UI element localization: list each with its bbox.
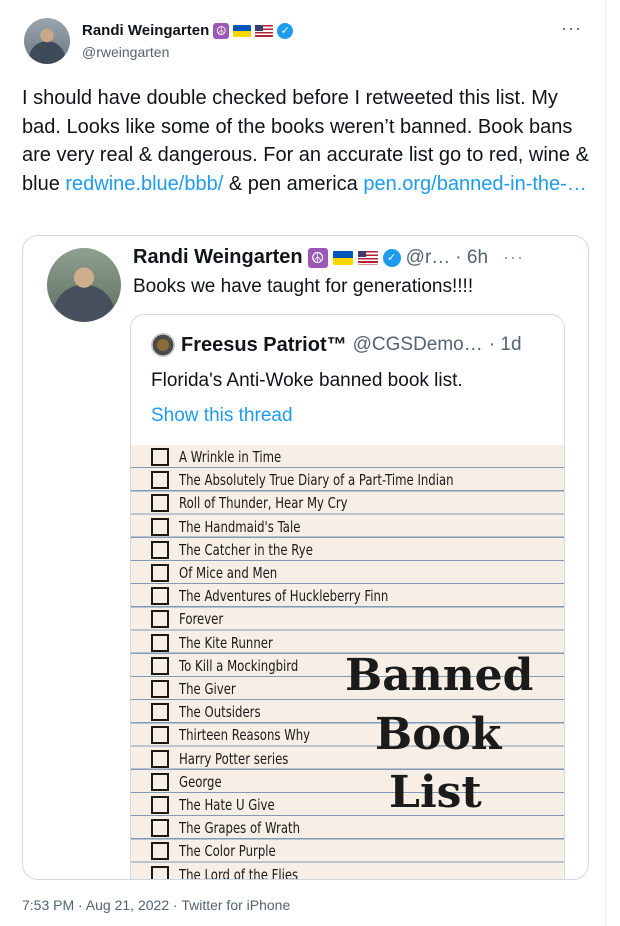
checkbox-icon	[151, 726, 169, 745]
quote-tweet-card[interactable]: Randi Weingarten ☮ ✓ @r… · 6h ··· Books …	[22, 235, 589, 880]
book-list-item: Harry Potter series	[151, 748, 319, 770]
book-list-item: George	[151, 771, 234, 793]
book-list-item: Thirteen Reasons Why	[151, 724, 347, 746]
tweet-detail: Randi Weingarten ☮ ✓ @rweingarten ··· I …	[0, 0, 606, 926]
book-title: The Lord of the Flies	[179, 865, 299, 880]
book-title: Of Mice and Men	[179, 564, 278, 582]
us-flag-icon	[255, 24, 274, 37]
us-flag-icon	[357, 250, 378, 265]
author-avatar[interactable]	[24, 18, 70, 64]
book-title: Forever	[179, 610, 224, 629]
checkbox-icon	[151, 842, 169, 861]
inner-time: · 1d	[488, 334, 522, 355]
redwine-link[interactable]: redwine.blue/bbb/	[65, 173, 223, 195]
more-options-icon[interactable]: ···	[561, 18, 582, 39]
book-title: The Hate U Give	[179, 796, 275, 814]
banned-heading: Banned	[345, 650, 534, 701]
book-title: George	[179, 772, 222, 791]
checkbox-icon	[151, 703, 169, 722]
book-title: The Absolutely True Diary of a Part-Time…	[179, 471, 454, 490]
book-list-item: The Color Purple	[151, 840, 303, 862]
ukraine-flag-icon	[332, 250, 353, 265]
checkbox-icon	[151, 772, 169, 791]
banned-book-list-image[interactable]: A Wrinkle in Time The Absolutely True Dia…	[131, 445, 564, 880]
book-list-item: Forever	[151, 608, 236, 630]
checkbox-icon	[151, 564, 169, 582]
inner-quote-text: Florida's Anti-Woke banned book list.	[151, 370, 463, 391]
checkbox-icon	[151, 448, 169, 466]
quote-author-avatar[interactable]	[47, 248, 121, 322]
checkbox-icon	[151, 796, 169, 814]
checkbox-icon	[151, 749, 169, 768]
checkbox-icon	[151, 819, 169, 838]
book-title: Roll of Thunder, Hear My Cry	[179, 494, 348, 513]
book-list-item: The Handmaid's Tale	[151, 516, 335, 538]
book-list-item: The Giver	[151, 678, 252, 700]
book-title: The Giver	[179, 680, 236, 698]
checkbox-icon	[151, 865, 169, 879]
book-title: The Grapes of Wrath	[179, 819, 300, 838]
book-title: The Handmaid's Tale	[179, 517, 301, 536]
checkbox-icon	[151, 656, 169, 675]
book-list-item: Of Mice and Men	[151, 562, 305, 584]
book-title: Harry Potter series	[179, 749, 289, 768]
checkbox-icon	[151, 633, 169, 652]
inner-quote-card[interactable]: Freesus Patriot™ @CGSDemo… · 1d Florida'…	[130, 314, 565, 880]
pen-america-link[interactable]: pen.org/banned-in-the-…	[363, 173, 586, 195]
tweet-timestamp[interactable]: 7:53 PM · Aug 21, 2022	[22, 897, 169, 913]
tweet-source[interactable]: Twitter for iPhone	[181, 897, 290, 913]
peace-icon: ☮	[307, 247, 328, 268]
verified-badge-icon: ✓	[382, 248, 401, 267]
inner-author-handle: @CGSDemo…	[352, 334, 483, 355]
book-list-item: Roll of Thunder, Hear My Cry	[151, 492, 395, 514]
show-thread-link[interactable]: Show this thread	[151, 405, 293, 427]
book-list-item: The Grapes of Wrath	[151, 817, 334, 839]
tweet-footer: 7:53 PM · Aug 21, 2022 · Twitter for iPh…	[22, 897, 290, 913]
author-name-row: Randi Weingarten ☮ ✓	[82, 22, 294, 39]
book-list-item: The Adventures of Huckleberry Finn	[151, 585, 447, 607]
quote-author-handle: @r…	[405, 246, 451, 268]
quote-text: Books we have taught for generations!!!!	[133, 276, 474, 297]
checkbox-icon	[151, 540, 169, 559]
book-title: A Wrinkle in Time	[179, 448, 282, 466]
book-list-item: The Kite Runner	[151, 632, 299, 654]
tweet-header: Randi Weingarten ☮ ✓ @rweingarten ···	[20, 14, 590, 66]
checkbox-icon	[151, 680, 169, 698]
book-title: The Catcher in the Rye	[179, 540, 313, 559]
author-handle[interactable]: @rweingarten	[82, 44, 169, 60]
author-name[interactable]: Randi Weingarten	[82, 22, 209, 39]
book-list-item: To Kill a Mockingbird	[151, 655, 332, 677]
book-list-item: The Absolutely True Diary of a Part-Time…	[151, 469, 531, 491]
peace-icon: ☮	[213, 22, 230, 39]
checkbox-icon	[151, 494, 169, 513]
checkbox-icon	[151, 610, 169, 629]
verified-badge-icon: ✓	[277, 22, 294, 39]
quote-author-name: Randi Weingarten	[133, 246, 303, 268]
book-list-item: The Hate U Give	[151, 794, 302, 816]
book-heading: Book	[375, 709, 502, 760]
book-title: Thirteen Reasons Why	[179, 726, 311, 745]
book-list-item: The Outsiders	[151, 701, 284, 723]
book-title: The Outsiders	[179, 703, 261, 722]
checkbox-icon	[151, 517, 169, 536]
quote-author-row: Randi Weingarten ☮ ✓ @r… · 6h ···	[133, 246, 524, 269]
book-title: To Kill a Mockingbird	[179, 656, 299, 675]
inner-author-row: Freesus Patriot™ @CGSDemo… · 1d	[151, 333, 522, 357]
inner-author-avatar	[151, 333, 175, 357]
book-title: The Adventures of Huckleberry Finn	[179, 587, 389, 606]
quote-time: · 6h	[455, 246, 489, 268]
book-list-item: The Catcher in the Rye	[151, 539, 351, 561]
checkbox-icon	[151, 471, 169, 490]
book-title: The Color Purple	[179, 842, 276, 861]
list-heading: List	[389, 767, 482, 818]
tweet-text-part-2: & pen america	[223, 172, 364, 195]
book-title: The Kite Runner	[179, 633, 273, 652]
ukraine-flag-icon	[233, 24, 252, 37]
inner-author-name: Freesus Patriot™	[181, 333, 347, 356]
quote-more-icon: ···	[503, 247, 525, 267]
checkbox-icon	[151, 587, 169, 606]
book-list-item: A Wrinkle in Time	[151, 446, 310, 468]
tweet-text: I should have double checked before I re…	[22, 84, 592, 198]
book-list-item: The Lord of the Flies	[151, 864, 332, 880]
